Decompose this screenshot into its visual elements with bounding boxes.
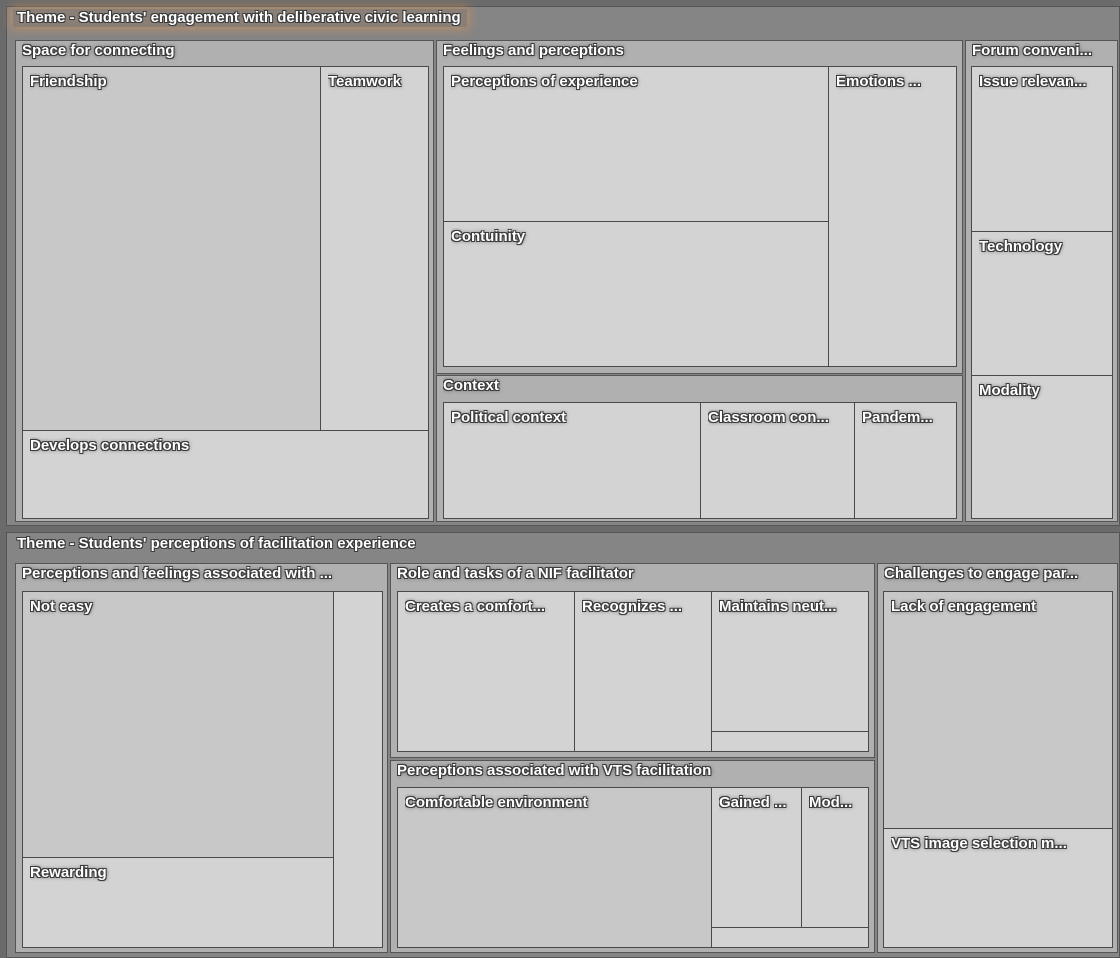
leaf-vts-image-selection[interactable]: VTS image selection m... [883,828,1113,948]
leaf-political-context[interactable]: Political context [443,402,701,519]
leaf-label: Friendship [30,73,107,90]
leaf-issue-relevance[interactable]: Issue relevan... [971,66,1113,232]
group-label: Forum conveni... [972,42,1093,59]
group-label: Perceptions associated with VTS facilita… [397,762,712,779]
group-label: Context [443,377,499,394]
leaf-label: Modality [979,382,1040,399]
leaf-develops-connections[interactable]: Develops connections [22,430,429,519]
leaf-rewarding[interactable]: Rewarding [22,857,334,948]
leaf-perceptions-of-experience[interactable]: Perceptions of experience [443,66,829,222]
leaf-classroom-context[interactable]: Classroom con... [700,402,855,519]
group-label: Feelings and perceptions [443,42,624,59]
leaf-label: Gained ... [719,794,787,811]
group-label: Space for connecting [22,42,175,59]
leaf-label: Political context [451,409,567,426]
theme-title: Theme - Students' engagement with delibe… [13,9,467,27]
leaf-label: Emotions ... [836,73,922,90]
leaf-unlabeled-perceptions[interactable] [333,591,383,948]
leaf-label: Creates a comfort... [405,598,546,615]
leaf-pandemic[interactable]: Pandem... [854,402,957,519]
leaf-unlabeled-vts[interactable] [711,927,869,948]
leaf-comfortable-environment[interactable]: Comfortable environment [397,787,712,948]
group-label: Challenges to engage par... [884,565,1079,582]
leaf-label: Rewarding [30,864,107,881]
leaf-label: Pandem... [862,409,933,426]
leaf-emotions[interactable]: Emotions ... [828,66,957,367]
leaf-friendship[interactable]: Friendship [22,66,321,431]
leaf-label: Contuinity [451,228,526,245]
treemap: Theme - Students' engagement with delibe… [0,0,1120,958]
group-label: Role and tasks of a NIF facilitator [397,565,634,582]
leaf-technology[interactable]: Technology [971,231,1113,376]
leaf-not-easy[interactable]: Not easy [22,591,334,858]
leaf-contuinity[interactable]: Contuinity [443,221,829,367]
leaf-recognizes[interactable]: Recognizes ... [574,591,712,752]
leaf-label: Comfortable environment [405,794,588,811]
leaf-label: Perceptions of experience [451,73,638,90]
leaf-label: Develops connections [30,437,190,454]
leaf-gained[interactable]: Gained ... [711,787,802,928]
leaf-maintains-neutrality[interactable]: Maintains neut... [711,591,869,732]
leaf-label: Mod... [809,794,853,811]
leaf-label: Not easy [30,598,93,615]
leaf-label: Classroom con... [708,409,829,426]
leaf-label: Technology [979,238,1063,255]
leaf-mod[interactable]: Mod... [801,787,869,928]
leaf-label: Issue relevan... [979,73,1087,90]
leaf-teamwork[interactable]: Teamwork [320,66,429,431]
theme-title: Theme - Students' perceptions of facilit… [17,535,416,552]
leaf-label: Maintains neut... [719,598,837,615]
leaf-label: VTS image selection m... [891,835,1067,852]
group-label: Perceptions and feelings associated with… [22,565,333,582]
leaf-label: Teamwork [328,73,402,90]
leaf-unlabeled-role[interactable] [711,731,869,752]
leaf-label: Lack of engagement [891,598,1037,615]
leaf-modality[interactable]: Modality [971,375,1113,519]
leaf-lack-of-engagement[interactable]: Lack of engagement [883,591,1113,829]
leaf-creates-comfort[interactable]: Creates a comfort... [397,591,575,752]
leaf-label: Recognizes ... [582,598,683,615]
